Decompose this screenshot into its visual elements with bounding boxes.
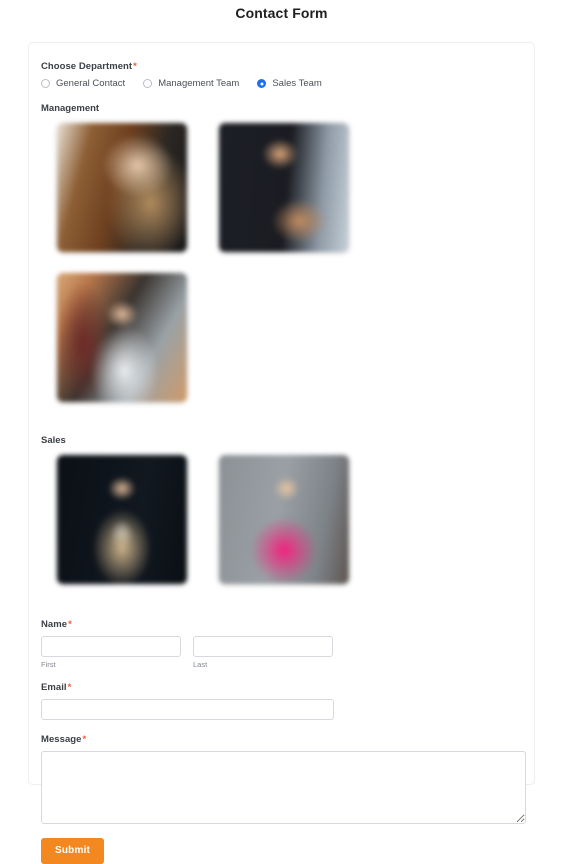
department-radio-group: General Contact Management Team Sales Te…: [41, 78, 522, 89]
last-name-sub-label: Last: [193, 660, 208, 669]
name-field: Name* First Last: [41, 619, 522, 670]
person-photo[interactable]: [219, 455, 349, 584]
person-photo[interactable]: [219, 123, 349, 252]
message-label-text: Message: [41, 734, 82, 745]
required-asterisk: *: [133, 61, 137, 72]
name-label: Name*: [41, 619, 522, 631]
radio-option-management-team[interactable]: Management Team: [143, 78, 239, 89]
choice-caption: [57, 590, 187, 599]
radio-circle-selected-icon[interactable]: [257, 79, 267, 88]
group-sales: Sales: [41, 435, 522, 605]
choice-item[interactable]: [41, 123, 203, 267]
choice-caption: [57, 408, 187, 417]
department-label-text: Choose Department: [41, 61, 133, 72]
radio-label-sales-team: Sales Team: [272, 78, 322, 89]
choice-caption: [219, 258, 349, 267]
first-name-col: First: [41, 636, 181, 670]
choice-item[interactable]: [203, 123, 365, 267]
choice-grid-sales: [41, 455, 522, 605]
required-asterisk: *: [68, 619, 72, 630]
first-name-sub-label: First: [41, 660, 56, 669]
group-heading-management: Management: [41, 103, 100, 114]
name-label-text: Name: [41, 619, 68, 630]
last-name-col: Last: [193, 636, 333, 670]
radio-label-general-contact: General Contact: [56, 78, 126, 89]
email-field: Email*: [41, 682, 522, 720]
group-management: Management: [41, 103, 522, 423]
message-label: Message*: [41, 734, 522, 746]
choice-grid-management: [41, 123, 522, 423]
choice-item[interactable]: [41, 455, 203, 599]
person-photo[interactable]: [57, 123, 187, 252]
department-label: Choose Department*: [41, 61, 522, 73]
submit-button[interactable]: Submit: [41, 838, 105, 864]
choice-item[interactable]: [203, 455, 365, 599]
email-label-text: Email: [41, 682, 67, 693]
person-photo[interactable]: [57, 455, 187, 584]
choice-caption: [219, 590, 349, 599]
radio-option-sales-team[interactable]: Sales Team: [257, 78, 322, 89]
required-asterisk: *: [67, 682, 72, 693]
radio-label-management-team: Management Team: [158, 78, 240, 89]
group-heading-sales: Sales: [41, 435, 66, 446]
contact-form-card: Choose Department* General Contact Manag…: [28, 42, 535, 864]
radio-circle-icon[interactable]: [143, 79, 153, 88]
choice-caption: [57, 258, 187, 267]
radio-option-general-contact[interactable]: General Contact: [41, 78, 125, 89]
email-input[interactable]: [41, 699, 334, 720]
name-row: First Last: [41, 636, 522, 670]
person-photo[interactable]: [57, 273, 187, 402]
email-label: Email*: [41, 682, 522, 694]
radio-circle-icon[interactable]: [41, 79, 50, 88]
first-name-input[interactable]: [41, 636, 181, 657]
message-field: Message*: [41, 734, 526, 824]
choice-item[interactable]: [41, 273, 203, 417]
department-field: Choose Department* General Contact Manag…: [41, 61, 522, 89]
last-name-input[interactable]: [193, 636, 333, 657]
required-asterisk: *: [82, 734, 87, 745]
message-textarea[interactable]: [41, 751, 526, 824]
page-title: Contact Form: [235, 5, 328, 21]
